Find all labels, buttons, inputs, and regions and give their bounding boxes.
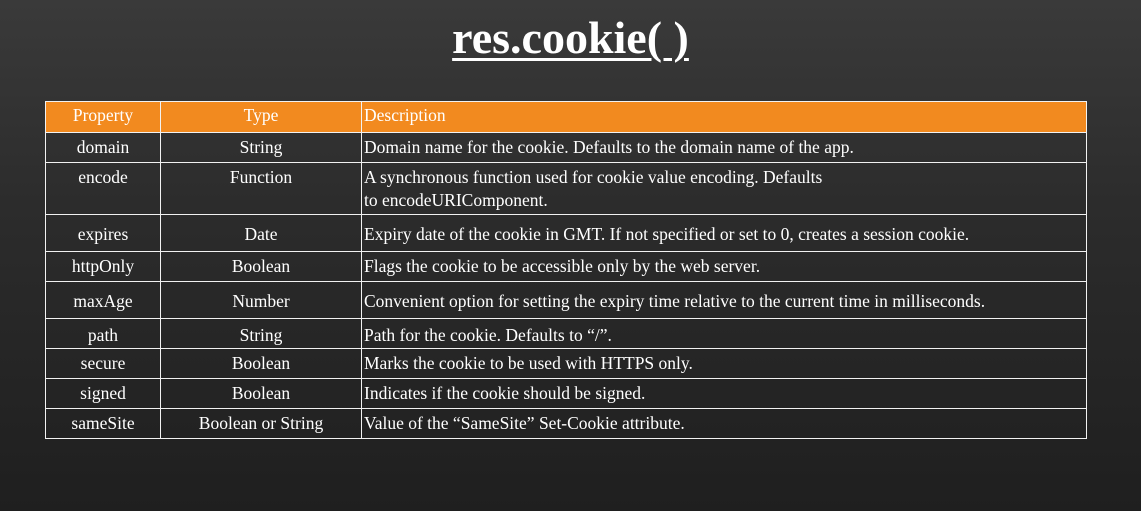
type-cell: String bbox=[160, 318, 362, 349]
table-row: expires Date Expiry date of the cookie i… bbox=[45, 214, 1087, 252]
property-cell: sameSite bbox=[45, 408, 161, 439]
description-cell: Domain name for the cookie. Defaults to … bbox=[361, 132, 1087, 163]
description-cell: A synchronous function used for cookie v… bbox=[361, 162, 1087, 215]
header-row: Property Type Description bbox=[45, 101, 1087, 133]
header-description: Description bbox=[361, 101, 1087, 133]
table-row: sameSite Boolean or String Value of the … bbox=[45, 408, 1087, 439]
type-cell: Boolean bbox=[160, 378, 362, 409]
property-cell: path bbox=[45, 318, 161, 349]
property-cell: signed bbox=[45, 378, 161, 409]
table-body: domain String Domain name for the cookie… bbox=[45, 132, 1087, 439]
type-cell: Boolean or String bbox=[160, 408, 362, 439]
table-row: httpOnly Boolean Flags the cookie to be … bbox=[45, 251, 1087, 282]
property-cell: secure bbox=[45, 348, 161, 379]
type-cell: Number bbox=[160, 281, 362, 319]
description-cell: Flags the cookie to be accessible only b… bbox=[361, 251, 1087, 282]
table-row: signed Boolean Indicates if the cookie s… bbox=[45, 378, 1087, 409]
table-row: domain String Domain name for the cookie… bbox=[45, 132, 1087, 163]
description-cell: Path for the cookie. Defaults to “/”. bbox=[361, 318, 1087, 349]
header-type: Type bbox=[160, 101, 362, 133]
type-cell: Date bbox=[160, 214, 362, 252]
type-cell: Boolean bbox=[160, 348, 362, 379]
property-cell: domain bbox=[45, 132, 161, 163]
type-cell: Function bbox=[160, 162, 362, 215]
table-row: path String Path for the cookie. Default… bbox=[45, 318, 1087, 349]
property-cell: expires bbox=[45, 214, 161, 252]
table-header: Property Type Description bbox=[45, 101, 1087, 133]
description-line-2: to encodeURIComponent. bbox=[364, 190, 548, 210]
description-cell: Marks the cookie to be used with HTTPS o… bbox=[361, 348, 1087, 379]
property-cell: encode bbox=[45, 162, 161, 215]
property-cell: httpOnly bbox=[45, 251, 161, 282]
table-row: encode Function A synchronous function u… bbox=[45, 162, 1087, 215]
header-property: Property bbox=[45, 101, 161, 133]
properties-table: Property Type Description domain String … bbox=[45, 101, 1087, 439]
property-cell: maxAge bbox=[45, 281, 161, 319]
table-row: maxAge Number Convenient option for sett… bbox=[45, 281, 1087, 319]
description-cell: Expiry date of the cookie in GMT. If not… bbox=[361, 214, 1087, 252]
type-cell: Boolean bbox=[160, 251, 362, 282]
table-row: secure Boolean Marks the cookie to be us… bbox=[45, 348, 1087, 379]
description-cell: Convenient option for setting the expiry… bbox=[361, 281, 1087, 319]
type-cell: String bbox=[160, 132, 362, 163]
description-cell: Indicates if the cookie should be signed… bbox=[361, 378, 1087, 409]
slide-title: res.cookie( ) bbox=[452, 12, 689, 63]
description-line-1: A synchronous function used for cookie v… bbox=[364, 167, 823, 187]
description-cell: Value of the “SameSite” Set-Cookie attri… bbox=[361, 408, 1087, 439]
